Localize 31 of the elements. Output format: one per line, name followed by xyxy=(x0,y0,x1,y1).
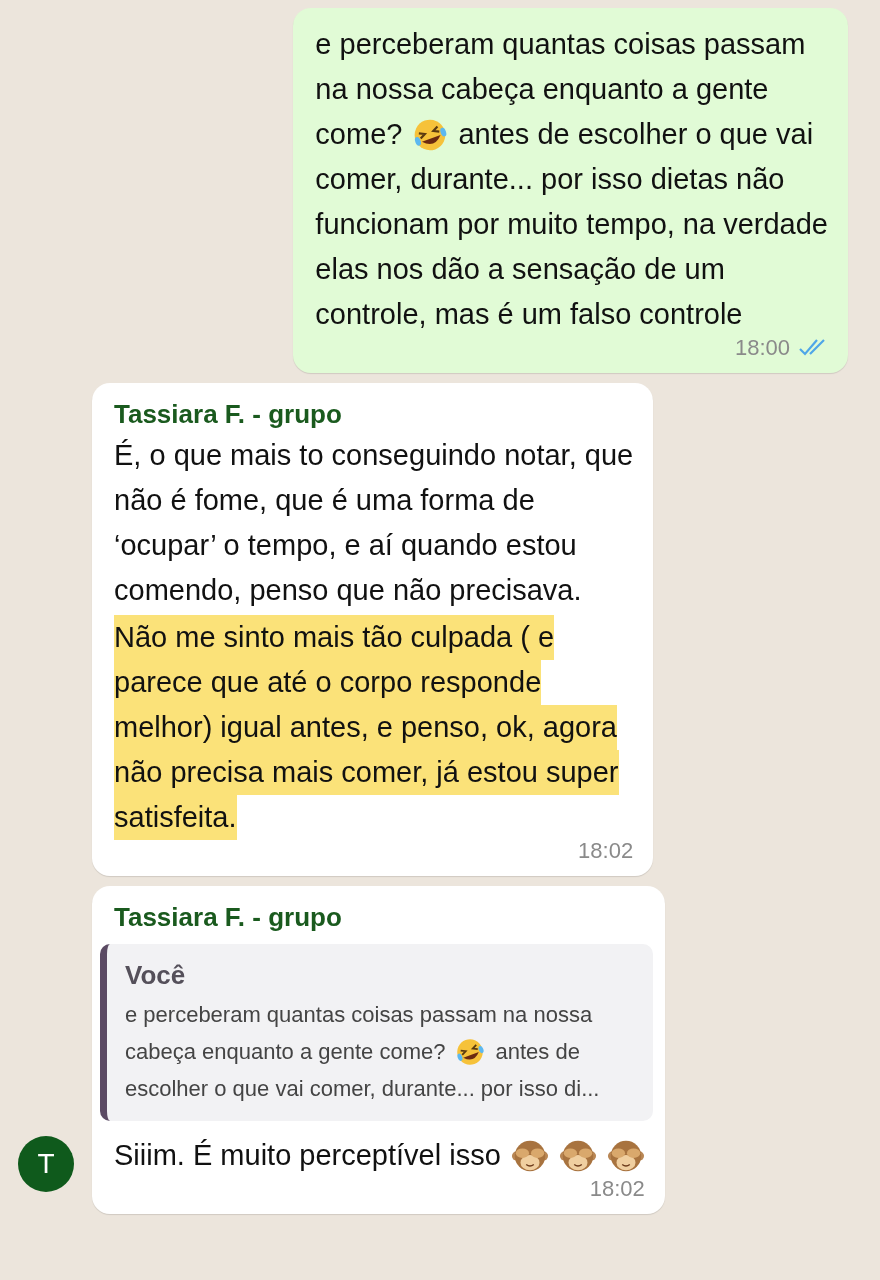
message-time: 18:00 xyxy=(734,335,790,361)
sender-name: Tassiara F. - grupo xyxy=(114,901,343,934)
message-text: comendo, penso que não precisava. xyxy=(114,573,582,608)
message-text: e perceberam quantas coisas passam na nossa xyxy=(125,1001,593,1029)
message-text: controle, mas é um falso controle xyxy=(315,297,743,332)
message-text: funcionam por muito tempo, na verdade xyxy=(315,207,828,242)
sender-name: Tassiara F. - grupo xyxy=(114,398,343,431)
message-text: elas nos dão a sensação de um xyxy=(315,252,725,287)
message-text: É, o que mais to conseguindo notar, que xyxy=(114,438,634,473)
message-text: antes de escolher o que vai xyxy=(458,117,814,152)
message-text: cabeça enquanto a gente come? xyxy=(125,1038,446,1066)
message-text: não precisa mais comer, já estou super xyxy=(114,750,619,795)
message-text: ‘ocupar’ o tempo, e aí quando estou xyxy=(114,528,577,563)
message-text: come? xyxy=(315,117,403,152)
message-time: 18:02 xyxy=(589,1176,645,1202)
avatar[interactable]: T xyxy=(18,1136,74,1192)
message-text: não é fome, que é uma forma de xyxy=(114,483,535,518)
message-text: e perceberam quantas coisas passam xyxy=(315,27,806,62)
message-text: parece que até o corpo responde xyxy=(114,660,542,705)
message-text: Não me sinto mais tão culpada ( e xyxy=(114,615,555,660)
message-text: Siiim. É muito perceptível isso xyxy=(114,1138,501,1173)
message-text: escolher o que vai comer, durante... por isso di... xyxy=(125,1075,600,1103)
quote-author: Você xyxy=(125,959,187,992)
message-text: melhor) igual antes, e penso, ok, agora xyxy=(114,705,617,750)
message-text: na nossa cabeça enquanto a gente xyxy=(315,72,769,107)
quoted-message[interactable]: Você e perceberam quantas coisas passam na nossa cabeça enquanto a gente come? antes de escolher o que vai comer, durante... por isso di... xyxy=(100,944,653,1121)
message-text: comer, durante... por isso dietas não xyxy=(315,162,785,197)
message-time: 18:02 xyxy=(578,838,634,864)
message-text: antes de xyxy=(495,1038,580,1066)
laughing-face-icon xyxy=(455,1036,486,1067)
message-text: satisfeita. xyxy=(114,795,237,840)
